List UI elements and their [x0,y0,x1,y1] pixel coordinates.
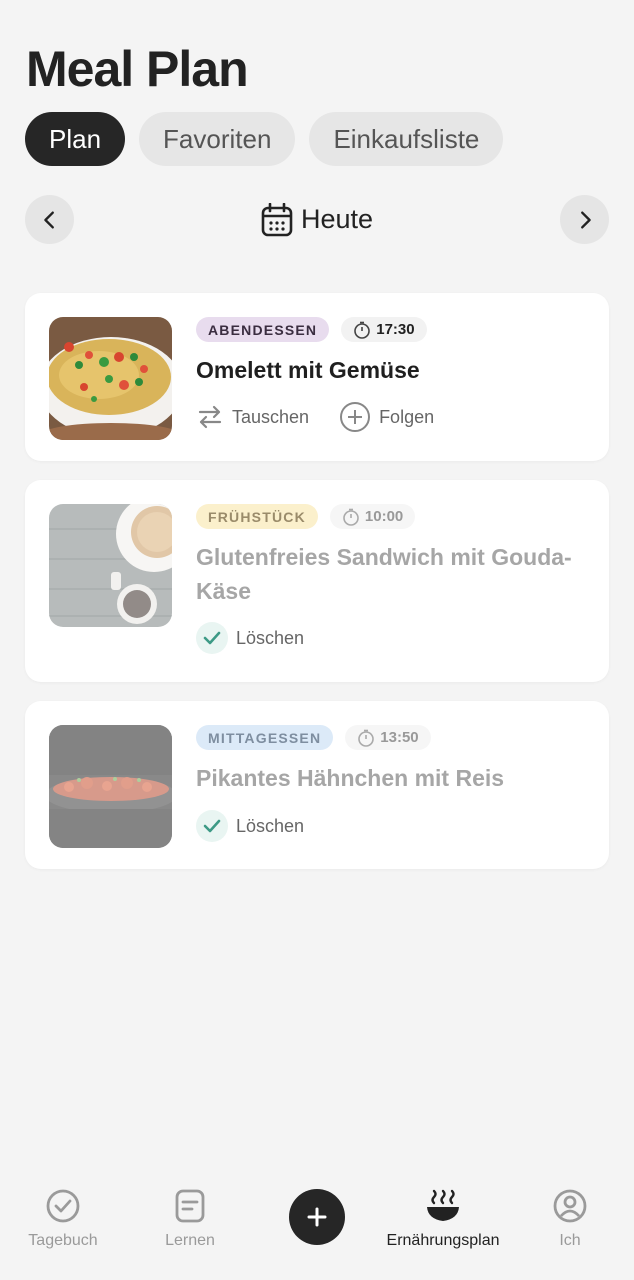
time-badge: 17:30 [341,317,427,342]
time-badge: 13:50 [345,725,431,750]
nav-lernen-label: Lernen [165,1232,215,1249]
meal-actions: Löschen [196,810,304,842]
meal-actions: Tauschen Folgen [196,401,434,433]
time-label: 17:30 [376,321,415,338]
bottom-navigation: Tagebuch Lernen Ernährungsplan Ich [0,1170,634,1280]
meal-title: Omelett mit Gemüse [196,357,420,383]
date-selector[interactable]: Heute [25,195,609,244]
add-button[interactable] [289,1189,345,1245]
meal-card-breakfast[interactable]: FRÜHSTÜCK 10:00 Glutenfreies Sandwich mi… [25,480,609,682]
profile-icon [553,1189,587,1223]
stopwatch-icon [354,321,371,339]
calendar-icon [261,202,293,236]
category-badge: ABENDESSEN [196,317,330,342]
time-badge: 10:00 [329,504,416,529]
date-label: Heute [300,204,374,234]
follow-button[interactable]: Folgen [339,401,434,433]
date-navigation: Heute [25,195,609,245]
meal-badges: FRÜHSTÜCK 10:00 [196,504,416,529]
nav-tagebuch[interactable]: Tagebuch [0,1188,128,1250]
checkmark-icon [196,622,228,654]
page-title: Meal Plan [26,41,249,97]
stopwatch-icon [343,508,359,526]
delete-button[interactable]: Löschen [196,810,304,842]
meal-image-omelett [49,317,172,440]
check-circle-icon [46,1189,80,1223]
meal-badges: ABENDESSEN 17:30 [196,317,427,342]
meal-title: Pikantes Hähnchen mit Reis [196,765,505,791]
chevron-right-icon [580,210,591,229]
category-badge: MITTAGESSEN [196,725,334,750]
plus-icon [307,1207,327,1227]
category-badge: FRÜHSTÜCK [196,504,318,529]
tab-bar: Plan Favoriten Einkaufsliste [25,112,504,166]
meal-image-chicken [49,725,172,848]
nav-ernaehrungsplan-label: Ernährungsplan [386,1232,500,1249]
meal-image-sandwich [49,504,172,627]
tab-einkaufsliste[interactable]: Einkaufsliste [309,112,504,166]
nav-lernen[interactable]: Lernen [125,1188,255,1250]
tab-plan[interactable]: Plan [25,112,126,166]
time-label: 13:50 [380,729,419,746]
nav-ich[interactable]: Ich [505,1188,634,1250]
swap-button[interactable]: Tauschen [196,403,309,431]
meal-title: Glutenfreies Sandwich mit Gouda-Käse [196,544,572,604]
delete-label: Löschen [236,815,305,836]
next-day-button[interactable] [560,195,609,244]
nav-tagebuch-label: Tagebuch [28,1232,98,1249]
meal-card-dinner[interactable]: ABENDESSEN 17:30 Omelett mit Gemüse Taus… [25,293,609,461]
time-label: 10:00 [364,508,404,525]
checkmark-icon [196,810,228,842]
swap-label: Tauschen [232,406,310,427]
meal-card-lunch[interactable]: MITTAGESSEN 13:50 Pikantes Hähnchen mit … [25,701,609,869]
follow-label: Folgen [379,406,435,427]
plus-circle-icon [340,402,371,432]
swap-icon [198,405,222,429]
stopwatch-icon [358,729,375,747]
bowl-icon [427,1189,459,1221]
document-icon [175,1189,205,1223]
delete-label: Löschen [236,627,305,648]
nav-ich-label: Ich [559,1232,581,1249]
meal-actions: Löschen [196,622,304,654]
nav-ernaehrungsplan[interactable]: Ernährungsplan [378,1188,508,1250]
tab-favoriten[interactable]: Favoriten [139,112,296,166]
meal-badges: MITTAGESSEN 13:50 [196,725,431,750]
delete-button[interactable]: Löschen [196,622,304,654]
